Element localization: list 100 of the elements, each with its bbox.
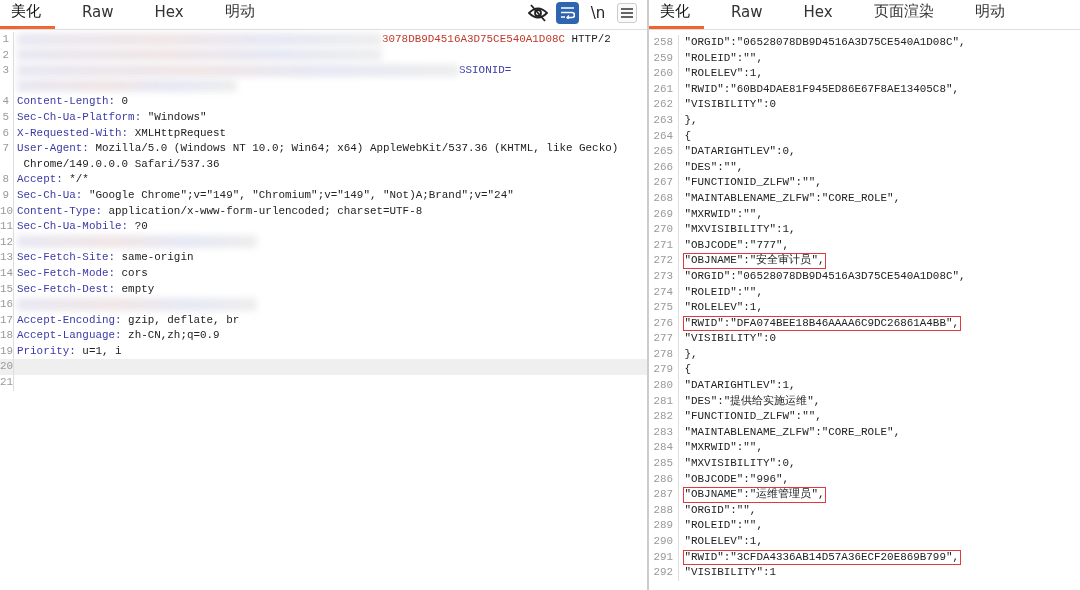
json-line: "FUNCTIONID_ZLFW":"", [683, 409, 823, 425]
line-number: 265 [649, 144, 679, 160]
line-number: 258 [649, 35, 679, 51]
protocol-text: HTTP/2 [570, 33, 611, 45]
header-name: Accept-Language: [17, 329, 122, 342]
line-number: 278 [649, 346, 679, 363]
line-number: 1 [0, 32, 14, 48]
json-line: "MXVISIBILITY":0, [683, 456, 797, 472]
line-number: 286 [649, 471, 679, 488]
json-line: "MAINTABLENAME_ZLFW":"CORE_ROLE", [683, 190, 902, 206]
json-line: "VISIBILITY":0 [683, 331, 777, 347]
header-name: X-Requested-With: [17, 126, 129, 139]
line-number: 275 [649, 300, 679, 316]
line-number: 18 [0, 328, 14, 344]
json-line: "MXRWID":"", [683, 440, 764, 456]
json-line: "OBJCODE":"777", [683, 237, 791, 253]
line-number: 13 [0, 250, 14, 266]
header-name: User-Agent: [17, 142, 89, 155]
json-line: "ROLEID":"", [683, 284, 764, 300]
header-value: u=1, i [81, 344, 122, 357]
json-line: { [683, 128, 693, 144]
header-value: "Google Chrome";v="149", "Chromium";v="149", "Not)A;Brand";v="24" [87, 188, 514, 201]
json-line: "ROLELEV":1, [683, 66, 764, 82]
line-number: 270 [649, 222, 679, 238]
line-number: 289 [649, 518, 679, 534]
header-value: Mozilla/5.0 (Windows NT 10.0; Win64; x64) AppleWebKit/537.36 (KHTML, like Gecko) [94, 142, 619, 155]
line-number: 6 [0, 125, 14, 142]
tab[interactable]: Raw [71, 3, 128, 29]
cookie-key: SSIONID= [459, 64, 512, 77]
line-number: 268 [649, 190, 679, 207]
line-number: 11 [0, 219, 14, 235]
json-line: "ORGID":"06528078DB9D4516A3D75CE540A1D08C", [683, 268, 967, 284]
line-number: 10 [0, 203, 14, 220]
line-number: 15 [0, 281, 14, 298]
line-number: 260 [649, 66, 679, 82]
line-number: 287 [649, 487, 679, 503]
line-number: 290 [649, 534, 679, 550]
tab[interactable]: 页面渲染 [862, 2, 948, 29]
json-line: "DATARIGHTLEV":1, [683, 378, 797, 394]
line-number: 12 [0, 234, 14, 251]
json-line: "FUNCTIONID_ZLFW":"", [683, 175, 823, 191]
header-name: Sec-Fetch-Dest: [17, 282, 116, 295]
tab[interactable]: Hex [792, 3, 847, 29]
wrap-button[interactable] [556, 1, 579, 24]
header-value: Chrome/149.0.0.0 Safari/537.36 [22, 157, 220, 170]
json-line: "ROLELEV":1, [683, 300, 764, 316]
json-line: "DES":"", [683, 159, 745, 175]
header-name: Sec-Fetch-Mode: [17, 266, 116, 279]
header-value: application/x-www-form-urlencoded; charset=UTF-8 [107, 204, 423, 217]
line-number: 291 [649, 549, 679, 566]
line-number: 288 [649, 502, 679, 519]
line-number: 269 [649, 206, 679, 223]
header-value: */* [68, 173, 89, 186]
header-name: Priority: [17, 344, 76, 357]
json-line: "VISIBILITY":0 [683, 97, 777, 113]
header-value: same-origin [120, 251, 194, 264]
json-line: "DATARIGHTLEV":0, [683, 144, 797, 160]
header-name: Sec-Ch-Ua-Mobile: [17, 220, 129, 233]
line-number: 273 [649, 268, 679, 285]
json-line: "MXRWID":"", [683, 206, 764, 222]
line-number: 276 [649, 315, 679, 332]
json-line: }, [683, 112, 699, 128]
header-value: zh-CN,zh;q=0.9 [127, 329, 220, 342]
line-number: 279 [649, 362, 679, 379]
json-line: "OBJCODE":"996", [683, 471, 791, 487]
json-line: "ORGID":"06528078DB9D4516A3D75CE540A1D08C", [683, 35, 967, 50]
line-number: 16 [0, 297, 14, 313]
tab[interactable]: 明动 [213, 2, 269, 29]
header-name: Sec-Fetch-Site: [17, 251, 116, 264]
header-name: Sec-Ch-Ua-Platform: [17, 110, 142, 123]
tab[interactable]: 明动 [963, 2, 1019, 29]
line-number: 262 [649, 97, 679, 113]
header-name: Accept: [17, 173, 63, 186]
tab[interactable]: Raw [720, 3, 777, 29]
line-number: 281 [649, 393, 679, 410]
line-number: 5 [0, 109, 14, 126]
line-number: 274 [649, 284, 679, 301]
line-number: 264 [649, 128, 679, 145]
wrap-icon [560, 6, 575, 19]
menu-button[interactable] [617, 2, 637, 23]
line-number: 283 [649, 424, 679, 441]
tab[interactable]: Hex [143, 3, 198, 29]
json-line: "MAINTABLENAME_ZLFW":"CORE_ROLE", [683, 424, 902, 440]
line-number: 267 [649, 175, 679, 191]
line-number: 284 [649, 440, 679, 457]
header-value: ?0 [133, 220, 148, 233]
newline-button[interactable]: \n [587, 1, 609, 24]
json-line: "ROLEID":"", [683, 50, 764, 66]
tab[interactable]: 美化 [649, 2, 704, 29]
json-line: "VISIBILITY":1 [683, 565, 777, 581]
line-number: 7 [0, 141, 14, 157]
hide-icon[interactable] [528, 3, 548, 22]
line-number: 14 [0, 265, 14, 282]
line-number: 3 [0, 63, 14, 79]
tab[interactable]: 美化 [0, 2, 55, 29]
line-number: 282 [649, 409, 679, 425]
line-number: 8 [0, 172, 14, 188]
header-value: gzip, deflate, br [127, 313, 240, 326]
json-line: "MXVISIBILITY":1, [683, 222, 797, 238]
header-name: Content-Length: [17, 95, 116, 108]
